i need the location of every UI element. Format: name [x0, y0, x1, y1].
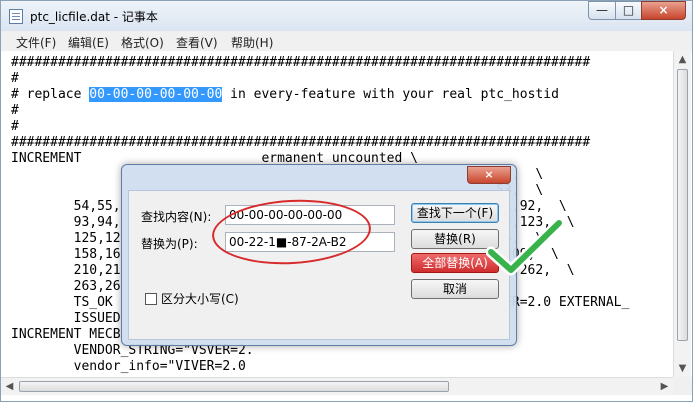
menu-help[interactable]: 帮助(H) — [231, 34, 273, 51]
case-sensitive-checkbox[interactable] — [145, 293, 157, 305]
scroll-down-icon[interactable]: ▼ — [674, 360, 691, 377]
selected-hostid-text: 00-00-00-00-00-00 — [89, 87, 223, 102]
horizontal-scrollbar[interactable]: ◀ ▶ — [1, 377, 673, 395]
editor-line: # — [11, 71, 19, 86]
menu-edit[interactable]: 编辑(E) — [68, 34, 109, 51]
menu-view[interactable]: 查看(V) — [176, 34, 218, 51]
vertical-scroll-thumb[interactable] — [677, 69, 688, 341]
editor-line: vendor_info="VIVER=2.0 — [11, 359, 246, 374]
checkmark-icon — [486, 218, 565, 276]
editor-line: ########################################… — [11, 135, 591, 150]
minimize-button[interactable]: — — [588, 1, 616, 20]
editor-line: 263,26 — [11, 279, 121, 294]
case-sensitive-label: 区分大小写(C) — [161, 292, 239, 306]
replace-line-prefix: # replace — [11, 87, 90, 102]
title-bar[interactable]: ptc_licfile.dat - 记事本 — □ × — [1, 1, 692, 31]
editor-line: ########################################… — [11, 55, 591, 70]
scroll-up-icon[interactable]: ▲ — [674, 51, 691, 68]
dialog-close-button[interactable]: × — [467, 166, 511, 184]
find-label: 查找内容(N): — [141, 210, 212, 224]
editor-line: ISSUED — [11, 311, 121, 326]
menu-format[interactable]: 格式(O) — [121, 34, 164, 51]
editor-line: # — [11, 119, 19, 134]
scroll-right-icon[interactable]: ▶ — [656, 378, 673, 395]
editor-line: # replace 00-00-00-00-00-00 in every-fea… — [11, 87, 559, 103]
replace-label: 替换为(P): — [141, 237, 198, 251]
close-button[interactable]: × — [641, 1, 686, 20]
menu-bar: 文件(F) 编辑(E) 格式(O) 查看(V) 帮助(H) — [1, 31, 692, 51]
scroll-left-icon[interactable]: ◀ — [1, 378, 18, 395]
replace-line-suffix: in every-feature with your real ptc_host… — [222, 87, 559, 102]
notepad-icon — [9, 9, 23, 24]
menu-file[interactable]: 文件(F) — [16, 34, 56, 51]
maximize-button[interactable]: □ — [615, 1, 642, 20]
cancel-button[interactable]: 取消 — [411, 279, 499, 299]
horizontal-scroll-thumb[interactable] — [19, 381, 449, 392]
scrollbar-corner — [673, 377, 692, 395]
editor-line: INCREMENT MECB — [11, 327, 121, 342]
window-title: ptc_licfile.dat - 记事本 — [30, 10, 158, 24]
editor-line: # — [11, 103, 19, 118]
vertical-scrollbar[interactable]: ▲ ▼ — [673, 51, 691, 377]
